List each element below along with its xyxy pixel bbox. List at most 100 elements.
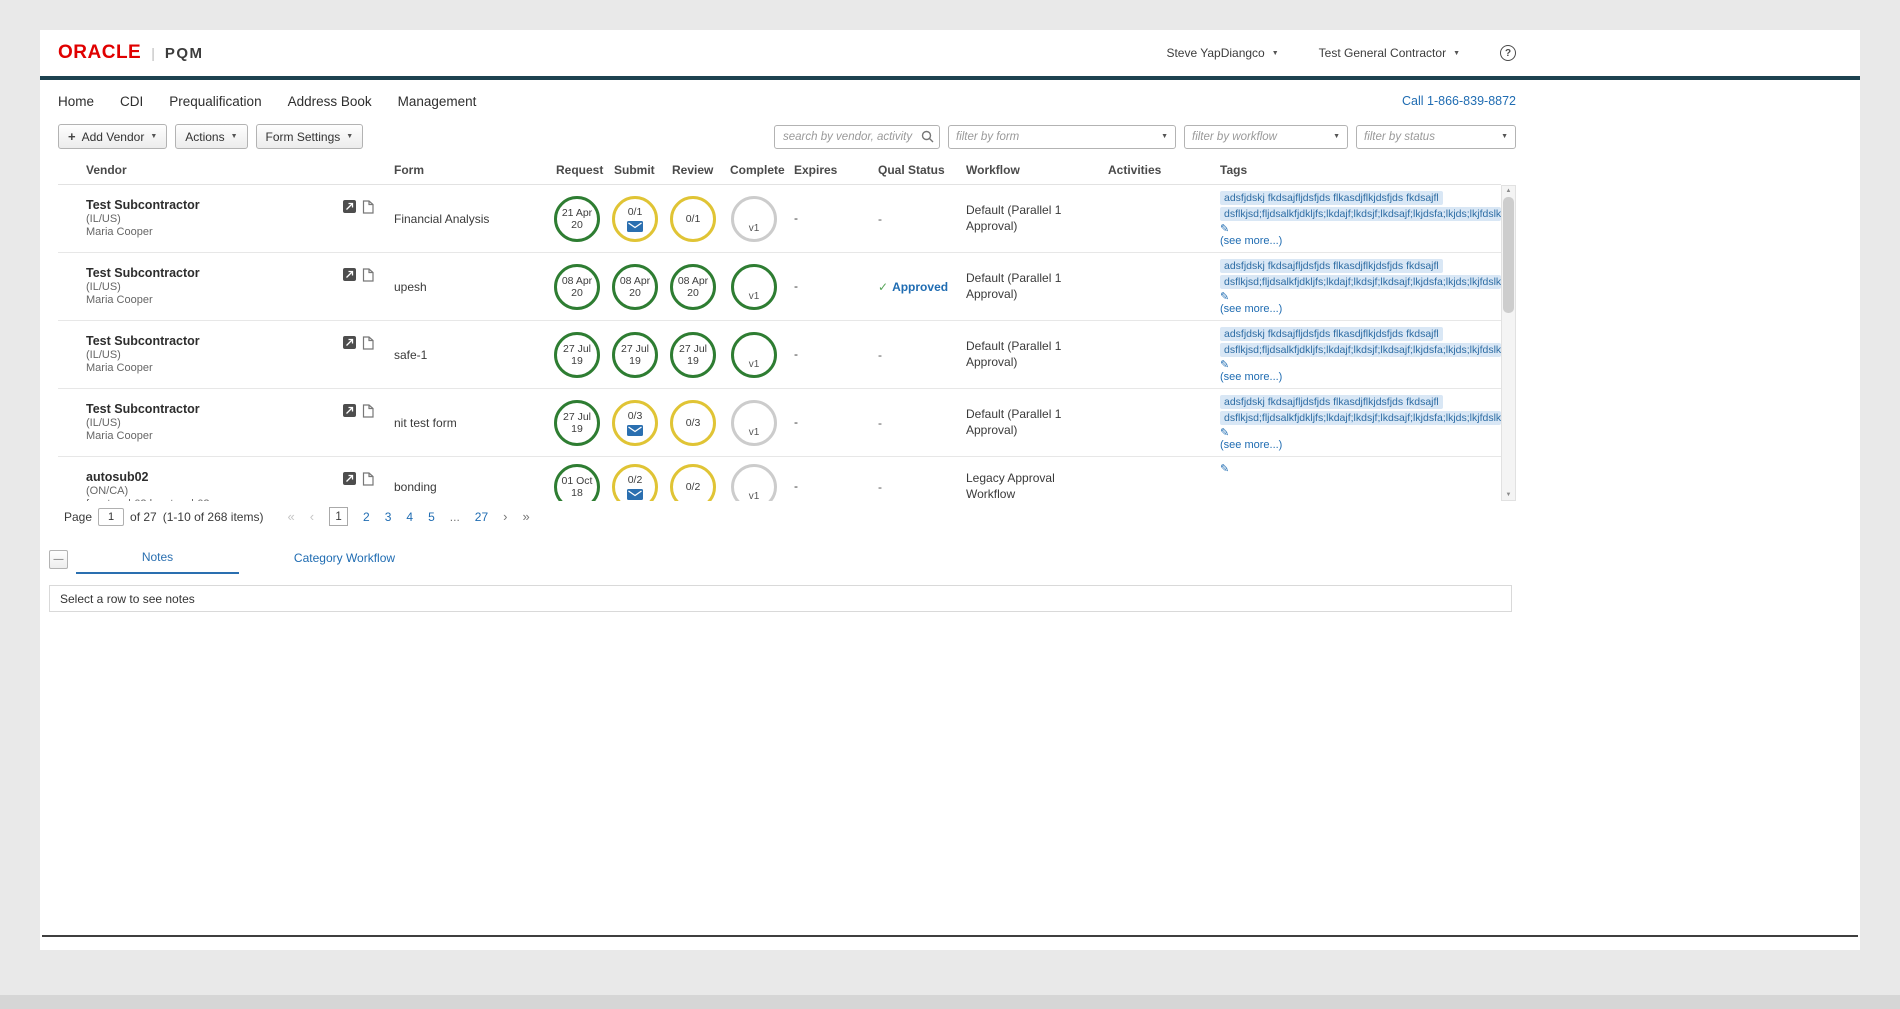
tag-chip[interactable]: adsfjdskj fkdsajfljdsfjds flkasdjflkjdsf… (1220, 191, 1443, 205)
vendor-document-icon[interactable] (362, 404, 374, 442)
edit-tags-icon[interactable]: ✎ (1220, 291, 1501, 303)
org-menu[interactable]: Test General Contractor ▼ (1319, 46, 1460, 60)
page-number-input[interactable] (98, 508, 124, 526)
filter-by-status-select[interactable]: filter by status ▼ (1356, 125, 1516, 149)
status-circle[interactable]: v1 (731, 332, 777, 378)
filter-by-workflow-select[interactable]: filter by workflow ▼ (1184, 125, 1348, 149)
status-circle[interactable]: 27 Jul19 (670, 332, 716, 378)
column-header-activities[interactable]: Activities (1100, 163, 1212, 177)
search-icon[interactable] (921, 130, 934, 143)
column-header-vendor[interactable]: Vendor (86, 163, 386, 177)
column-header-workflow[interactable]: Workflow (958, 163, 1100, 177)
help-icon[interactable]: ? (1500, 45, 1516, 61)
form-name[interactable]: safe-1 (386, 348, 548, 362)
column-header-request[interactable]: Request (548, 163, 606, 177)
form-name[interactable]: upesh (386, 280, 548, 294)
page-link-2[interactable]: 2 (363, 510, 370, 524)
page-link-last[interactable]: 27 (475, 510, 488, 524)
table-row[interactable]: Test Subcontractor (IL/US) Maria Cooper (58, 185, 1501, 253)
see-more-link[interactable]: (see more...) (1220, 371, 1501, 384)
nav-item-home[interactable]: Home (58, 94, 94, 109)
actions-button[interactable]: Actions ▼ (175, 124, 247, 149)
vendor-document-icon[interactable] (362, 200, 374, 238)
vendor-document-icon[interactable] (362, 268, 374, 306)
vendor-name[interactable]: Test Subcontractor (86, 402, 200, 416)
column-header-expires[interactable]: Expires (786, 163, 870, 177)
vendor-export-icon[interactable] (343, 200, 356, 238)
filter-by-form-select[interactable]: filter by form ▼ (948, 125, 1176, 149)
vendor-name[interactable]: Test Subcontractor (86, 266, 200, 280)
status-circle[interactable]: 0/1 (612, 196, 658, 242)
vendor-document-icon[interactable] (362, 336, 374, 374)
next-page-button[interactable]: › (503, 509, 507, 524)
see-more-link[interactable]: (see more...) (1220, 303, 1501, 316)
status-circle[interactable]: 21 Apr20 (554, 196, 600, 242)
edit-tags-icon[interactable]: ✎ (1220, 223, 1501, 235)
vendor-export-icon[interactable] (343, 336, 356, 374)
vendor-name[interactable]: autosub02 (86, 470, 210, 484)
page-link-4[interactable]: 4 (406, 510, 413, 524)
page-link-5[interactable]: 5 (428, 510, 435, 524)
prev-page-button[interactable]: ‹ (310, 509, 314, 524)
tag-chip[interactable]: dsflkjsd;fljdsalkfjdkljfs;lkdajf;lkdsjf;… (1220, 343, 1501, 357)
vendor-export-icon[interactable] (343, 404, 356, 442)
form-name[interactable]: nit test form (386, 416, 548, 430)
scroll-down-icon[interactable]: ▼ (1506, 490, 1512, 500)
tag-chip[interactable]: adsfjdskj fkdsajfljdsfjds flkasdjflkjdsf… (1220, 395, 1443, 409)
vendor-document-icon[interactable] (362, 472, 374, 501)
status-circle[interactable]: 0/1 (670, 196, 716, 242)
page-link-3[interactable]: 3 (385, 510, 392, 524)
tab-notes[interactable]: Notes (76, 544, 239, 574)
status-circle[interactable]: 08 Apr20 (554, 264, 600, 310)
tag-chip[interactable]: dsflkjsd;fljdsalkfjdkljfs;lkdajf;lkdsjf;… (1220, 411, 1501, 425)
edit-tags-icon[interactable]: ✎ (1220, 359, 1501, 371)
vendor-name[interactable]: Test Subcontractor (86, 334, 200, 348)
form-name[interactable]: Financial Analysis (386, 212, 548, 226)
form-settings-button[interactable]: Form Settings ▼ (256, 124, 364, 149)
tag-chip[interactable]: adsfjdskj fkdsajfljdsfjds flkasdjflkjdsf… (1220, 259, 1443, 273)
column-header-form[interactable]: Form (386, 163, 548, 177)
form-name[interactable]: bonding (386, 480, 548, 494)
status-circle[interactable]: 0/3 (670, 400, 716, 446)
collapse-panel-button[interactable]: — (49, 550, 68, 569)
table-row[interactable]: Test Subcontractor (IL/US) Maria Cooper (58, 321, 1501, 389)
table-row[interactable]: Test Subcontractor (IL/US) Maria Cooper (58, 253, 1501, 321)
qual-approved-link[interactable]: Approved (892, 280, 948, 294)
column-header-qual-status[interactable]: Qual Status (870, 163, 958, 177)
call-phone-link[interactable]: Call 1-866-839-8872 (1402, 94, 1516, 108)
column-header-complete[interactable]: Complete (722, 163, 786, 177)
scroll-up-icon[interactable]: ▲ (1506, 186, 1512, 196)
nav-item-cdi[interactable]: CDI (120, 94, 143, 109)
see-more-link[interactable]: (see more...) (1220, 439, 1501, 452)
vendor-name[interactable]: Test Subcontractor (86, 198, 200, 212)
tab-category-workflow[interactable]: Category Workflow (263, 545, 426, 573)
status-circle[interactable]: 01 Oct18 (554, 464, 600, 501)
table-scrollbar[interactable]: ▲ ▼ (1501, 185, 1516, 501)
column-header-submit[interactable]: Submit (606, 163, 664, 177)
nav-item-prequalification[interactable]: Prequalification (169, 94, 261, 109)
edit-tags-icon[interactable]: ✎ (1220, 463, 1501, 475)
table-row[interactable]: Test Subcontractor (IL/US) Maria Cooper (58, 389, 1501, 457)
see-more-link[interactable]: (see more...) (1220, 235, 1501, 248)
vendor-export-icon[interactable] (343, 268, 356, 306)
status-circle[interactable]: v1 (731, 400, 777, 446)
status-circle[interactable]: 08 Apr20 (670, 264, 716, 310)
tag-chip[interactable]: dsflkjsd;fljdsalkfjdkljfs;lkdajf;lkdsjf;… (1220, 207, 1501, 221)
edit-tags-icon[interactable]: ✎ (1220, 427, 1501, 439)
column-header-tags[interactable]: Tags (1212, 163, 1501, 177)
column-header-review[interactable]: Review (664, 163, 722, 177)
status-circle[interactable]: 27 Jul19 (612, 332, 658, 378)
table-row[interactable]: autosub02 (ON/CA) f_autosub02 l_autosub0… (58, 457, 1501, 501)
nav-item-address-book[interactable]: Address Book (288, 94, 372, 109)
nav-item-management[interactable]: Management (398, 94, 477, 109)
tag-chip[interactable]: dsflkjsd;fljdsalkfjdkljfs;lkdajf;lkdsjf;… (1220, 275, 1501, 289)
status-circle[interactable]: 27 Jul19 (554, 332, 600, 378)
search-input[interactable] (774, 125, 940, 149)
current-page-indicator[interactable]: 1 (329, 507, 348, 526)
user-menu[interactable]: Steve YapDiangco ▼ (1166, 46, 1278, 60)
status-circle[interactable]: v1 (731, 196, 777, 242)
status-circle[interactable]: 27 Jul19 (554, 400, 600, 446)
status-circle[interactable]: 0/3 (612, 400, 658, 446)
last-page-button[interactable]: » (523, 509, 530, 524)
scrollbar-thumb[interactable] (1503, 197, 1514, 313)
